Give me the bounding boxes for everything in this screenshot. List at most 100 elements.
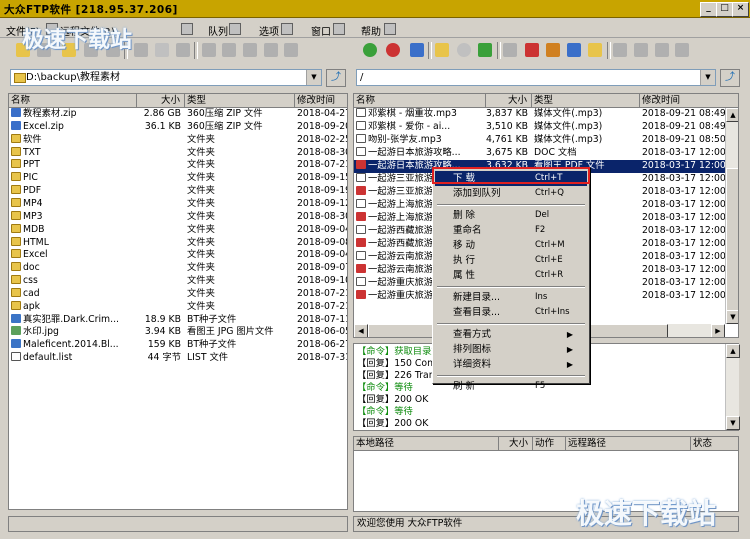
table-row[interactable]: 邓紫棋 - 爱你 - ai... 3,510 KB 媒体文件(.mp3) 2018-0… [354, 121, 726, 134]
table-row[interactable]: apk 文件夹 2018-07-21 [9, 300, 347, 314]
col-action[interactable]: 动作 [533, 437, 566, 450]
table-row[interactable]: cad 文件夹 2018-07-21 [9, 287, 347, 301]
table-row[interactable]: MP4 文件夹 2018-09-12 [9, 197, 347, 211]
details-view-icon[interactable] [284, 43, 298, 57]
remote-path-combo[interactable]: / ▼ [356, 69, 716, 86]
scroll-left-button[interactable]: ◀ [354, 324, 368, 337]
table-row[interactable]: 吻别-张学友.mp3 4,761 KB 媒体文件(.mp3) 2018-09-21 0… [354, 134, 726, 147]
table-row[interactable]: 软件 文件夹 2018-02-25 [9, 133, 347, 147]
fold-file-icon [11, 275, 21, 285]
stop-icon[interactable] [457, 43, 471, 57]
remote-up-button[interactable]: ⤴ [720, 69, 740, 87]
context-menu-item[interactable]: 查看方式 ▶ [435, 327, 587, 342]
table-row[interactable]: MDB 文件夹 2018-09-04 [9, 223, 347, 237]
scroll-right-button[interactable]: ▶ [711, 324, 725, 337]
col-size[interactable]: 大小 [486, 94, 532, 107]
file-type: 媒体文件(.mp3) [534, 108, 603, 119]
col-size[interactable]: 大小 [137, 94, 185, 107]
context-menu-item[interactable]: 重命名 F2 [435, 223, 587, 238]
delete-icon[interactable] [525, 43, 539, 57]
local-up-button[interactable]: ⤴ [326, 69, 346, 87]
table-row[interactable]: Excel 文件夹 2018-09-04 [9, 249, 347, 262]
move-icon[interactable] [176, 43, 190, 57]
scroll-thumb[interactable] [726, 168, 738, 318]
file-date: 2018-08-30 [297, 210, 348, 222]
copy-icon[interactable] [435, 43, 449, 57]
scroll-down-button[interactable]: ▼ [726, 310, 738, 324]
properties-icon[interactable] [503, 43, 517, 57]
scroll-up-button[interactable]: ▲ [726, 344, 740, 358]
delete-icon[interactable] [155, 43, 169, 57]
chevron-down-icon[interactable]: ▼ [700, 70, 715, 85]
table-row[interactable]: 教程素材.zip 2.86 GB 360压缩 ZIP 文件 2018-04-27 [9, 108, 347, 121]
file-date: 2018-04-27 [297, 108, 348, 119]
remote-vertical-scrollbar[interactable]: ▲ ▼ [725, 108, 738, 324]
new-folder-icon[interactable] [202, 43, 216, 57]
col-size[interactable]: 大小 [499, 437, 533, 450]
col-modified[interactable]: 修改时间 [640, 94, 738, 107]
scroll-down-button[interactable]: ▼ [726, 416, 740, 430]
file-type: 看图王 JPG 图片文件 [187, 326, 274, 338]
context-menu-item[interactable]: 查看目录... Ctrl+Ins [435, 305, 587, 320]
col-type[interactable]: 类型 [185, 94, 295, 107]
context-menu-item[interactable]: 添加到队列 Ctrl+Q [435, 186, 587, 201]
table-row[interactable]: PDF 文件夹 2018-09-19 [9, 185, 347, 198]
download-icon[interactable] [410, 43, 424, 57]
table-row[interactable]: PIC 文件夹 2018-09-15 [9, 172, 347, 185]
small-icons-icon[interactable] [634, 43, 648, 57]
table-row[interactable]: 一起游日本旅游攻略... 3,675 KB DOC 文档 2018-03-17 12:… [354, 147, 726, 160]
local-path-combo[interactable]: D:\backup\教程素材 ▼ [10, 69, 322, 86]
table-row[interactable]: default.list 44 字节 LIST 文件 2018-07-31 [9, 352, 347, 365]
log-scrollbar[interactable]: ▲ ▼ [725, 344, 740, 430]
context-menu-item[interactable]: 执 行 Ctrl+E [435, 253, 587, 268]
small-icons-icon[interactable] [243, 43, 257, 57]
context-menu-item[interactable]: 刷 新 F5 [435, 379, 587, 394]
context-menu-item[interactable]: 详细资料 ▶ [435, 357, 587, 372]
table-row[interactable]: 真实犯罪.Dark.Crim... 18.9 KB BT种子文件 2018-07-11 [9, 313, 347, 327]
col-type[interactable]: 类型 [532, 94, 640, 107]
execute-icon[interactable] [567, 43, 581, 57]
close-button[interactable]: × [732, 2, 749, 17]
large-icons-icon[interactable] [613, 43, 627, 57]
col-name[interactable]: 名称 [354, 94, 486, 107]
col-name[interactable]: 名称 [9, 94, 137, 107]
connect-icon[interactable] [363, 43, 377, 57]
col-status[interactable]: 状态 [691, 437, 738, 450]
table-row[interactable]: 水印.jpg 3.94 KB 看图王 JPG 图片文件 2018-06-05 [9, 326, 347, 339]
new-folder-icon[interactable] [588, 43, 602, 57]
context-menu-item[interactable]: 移 动 Ctrl+M [435, 238, 587, 253]
table-row[interactable]: TXT 文件夹 2018-08-30 [9, 146, 347, 160]
table-row[interactable]: 邓紫棋 - 烟重妆.mp3 3,837 KB 媒体文件(.mp3) 2018-09-2… [354, 108, 726, 121]
local-file-list[interactable]: 名称 大小 类型 修改时间 教程素材.zip 2.86 GB 360压缩 ZIP 文… [8, 93, 348, 510]
table-row[interactable]: MP3 文件夹 2018-08-30 [9, 210, 348, 224]
context-menu-item[interactable]: 删 除 Del [435, 208, 587, 223]
disconnect-icon[interactable] [386, 43, 400, 57]
context-menu-item[interactable]: 排列图标 ▶ [435, 342, 587, 357]
list-view-icon[interactable] [655, 43, 669, 57]
menu-window[interactable]: 窗口 [311, 23, 331, 38]
details-view-icon[interactable] [675, 43, 689, 57]
maximize-button[interactable]: □ [716, 2, 733, 17]
menu-help[interactable]: 帮助 [361, 23, 381, 38]
minimize-button[interactable]: _ [700, 2, 717, 17]
table-row[interactable]: HTML 文件夹 2018-09-08 [9, 236, 347, 250]
table-row[interactable]: PPT 文件夹 2018-07-21 [9, 159, 347, 172]
menu-options[interactable]: 选项 [259, 23, 279, 38]
large-icons-icon[interactable] [222, 43, 236, 57]
col-local-path[interactable]: 本地路径 [354, 437, 499, 450]
context-menu-item[interactable]: 属 性 Ctrl+R [435, 268, 587, 283]
table-row[interactable]: Excel.zip 36.1 KB 360压缩 ZIP 文件 2018-09-20 [9, 120, 347, 134]
col-modified[interactable]: 修改时间 [295, 94, 347, 107]
properties-icon[interactable] [134, 43, 148, 57]
col-remote-path[interactable]: 远程路径 [566, 437, 691, 450]
table-row[interactable]: css 文件夹 2018-09-10 [9, 275, 347, 288]
table-row[interactable]: doc 文件夹 2018-09-07 [9, 262, 347, 275]
chevron-down-icon[interactable]: ▼ [306, 70, 321, 85]
move-icon[interactable] [546, 43, 560, 57]
menu-queue[interactable]: 队列 [208, 23, 228, 38]
table-row[interactable]: Maleficent.2014.Bl... 159 KB BT种子文件 2018-06… [9, 339, 347, 352]
context-menu-item[interactable]: 新建目录... Ins [435, 290, 587, 305]
list-view-icon[interactable] [264, 43, 278, 57]
scroll-up-button[interactable]: ▲ [726, 108, 738, 122]
refresh-icon[interactable] [478, 43, 492, 57]
